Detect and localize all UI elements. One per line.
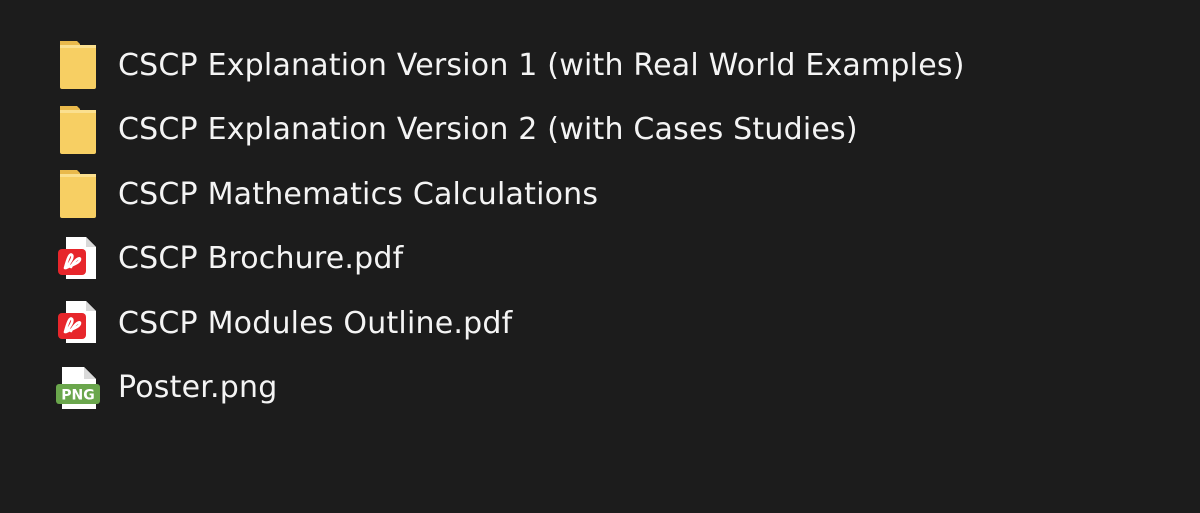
folder-item[interactable]: CSCP Mathematics Calculations xyxy=(54,162,1154,227)
file-name: CSCP Brochure.pdf xyxy=(118,241,404,277)
folder-icon xyxy=(54,170,102,219)
file-name: CSCP Mathematics Calculations xyxy=(118,176,599,212)
pdf-file-icon xyxy=(54,299,102,347)
file-name: CSCP Explanation Version 2 (with Cases S… xyxy=(118,112,858,148)
pdf-file-icon xyxy=(54,235,102,283)
file-name: CSCP Explanation Version 1 (with Real Wo… xyxy=(118,47,965,83)
file-name: CSCP Modules Outline.pdf xyxy=(118,305,513,341)
folder-icon xyxy=(54,105,102,154)
png-file-icon: PNG xyxy=(54,364,102,412)
folder-icon xyxy=(54,41,102,90)
pdf-file-item[interactable]: CSCP Modules Outline.pdf xyxy=(54,291,1154,356)
folder-item[interactable]: CSCP Explanation Version 2 (with Cases S… xyxy=(54,98,1154,163)
png-badge-text: PNG xyxy=(61,387,94,403)
file-list: CSCP Explanation Version 1 (with Real Wo… xyxy=(54,33,1154,420)
png-file-item[interactable]: PNG Poster.png xyxy=(54,356,1154,421)
file-name: Poster.png xyxy=(118,370,278,406)
pdf-file-item[interactable]: CSCP Brochure.pdf xyxy=(54,227,1154,292)
folder-item[interactable]: CSCP Explanation Version 1 (with Real Wo… xyxy=(54,33,1154,98)
